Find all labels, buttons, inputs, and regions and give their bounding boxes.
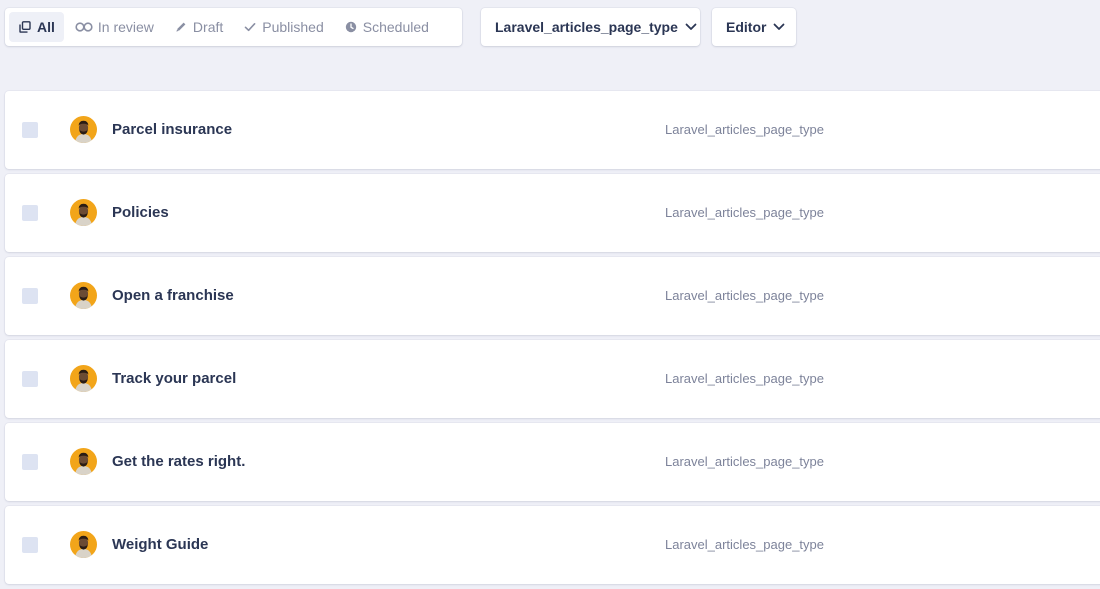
clock-icon — [344, 20, 358, 34]
tab-published-label: Published — [262, 19, 324, 35]
author-avatar — [70, 282, 97, 309]
tab-draft[interactable]: Draft — [165, 12, 232, 42]
author-avatar — [70, 531, 97, 558]
author-avatar — [70, 116, 97, 143]
article-title[interactable]: Open a franchise — [112, 287, 234, 304]
article-title[interactable]: Track your parcel — [112, 370, 236, 387]
row-checkbox[interactable] — [22, 371, 38, 387]
row-checkbox[interactable] — [22, 205, 38, 221]
row-checkbox[interactable] — [22, 454, 38, 470]
tab-in-review[interactable]: In review — [66, 12, 163, 42]
author-avatar — [70, 365, 97, 392]
article-title[interactable]: Weight Guide — [112, 536, 208, 553]
article-row[interactable]: Open a franchise Laravel_articles_page_t… — [5, 257, 1100, 335]
editor-filter-label: Editor — [726, 19, 767, 35]
article-list: Parcel insurance Laravel_articles_page_t… — [5, 91, 1100, 589]
article-title[interactable]: Parcel insurance — [112, 121, 232, 138]
article-row[interactable]: Weight Guide Laravel_articles_page_type — [5, 506, 1100, 584]
tab-published[interactable]: Published — [234, 12, 333, 42]
row-checkbox[interactable] — [22, 537, 38, 553]
article-title[interactable]: Get the rates right. — [112, 453, 245, 470]
glasses-icon — [75, 20, 93, 34]
article-row[interactable]: Track your parcel Laravel_articles_page_… — [5, 340, 1100, 418]
page-type-filter-label: Laravel_articles_page_type — [495, 19, 678, 35]
tab-scheduled[interactable]: Scheduled — [335, 12, 438, 42]
check-icon — [243, 20, 257, 34]
chevron-down-icon — [685, 23, 697, 31]
article-page-type: Laravel_articles_page_type — [665, 454, 824, 469]
status-tabs: All In review Draft Published Scheduled — [5, 8, 462, 46]
copy-icon — [18, 20, 32, 34]
article-page-type: Laravel_articles_page_type — [665, 371, 824, 386]
tab-draft-label: Draft — [192, 19, 224, 35]
article-page-type: Laravel_articles_page_type — [665, 537, 824, 552]
article-title[interactable]: Policies — [112, 204, 169, 221]
tab-all[interactable]: All — [9, 12, 64, 42]
page-type-filter-dropdown[interactable]: Laravel_articles_page_type — [481, 8, 700, 46]
article-page-type: Laravel_articles_page_type — [665, 205, 824, 220]
author-avatar — [70, 199, 97, 226]
row-checkbox[interactable] — [22, 288, 38, 304]
tab-all-label: All — [37, 19, 55, 35]
article-page-type: Laravel_articles_page_type — [665, 122, 824, 137]
article-row[interactable]: Parcel insurance Laravel_articles_page_t… — [5, 91, 1100, 169]
author-avatar — [70, 448, 97, 475]
tab-scheduled-label: Scheduled — [362, 19, 429, 35]
article-page-type: Laravel_articles_page_type — [665, 288, 824, 303]
row-checkbox[interactable] — [22, 122, 38, 138]
tab-in-review-label: In review — [97, 19, 154, 35]
chevron-down-icon — [773, 23, 785, 31]
editor-filter-dropdown[interactable]: Editor — [712, 8, 796, 46]
pencil-icon — [174, 20, 188, 34]
article-row[interactable]: Get the rates right. Laravel_articles_pa… — [5, 423, 1100, 501]
article-row[interactable]: Policies Laravel_articles_page_type — [5, 174, 1100, 252]
